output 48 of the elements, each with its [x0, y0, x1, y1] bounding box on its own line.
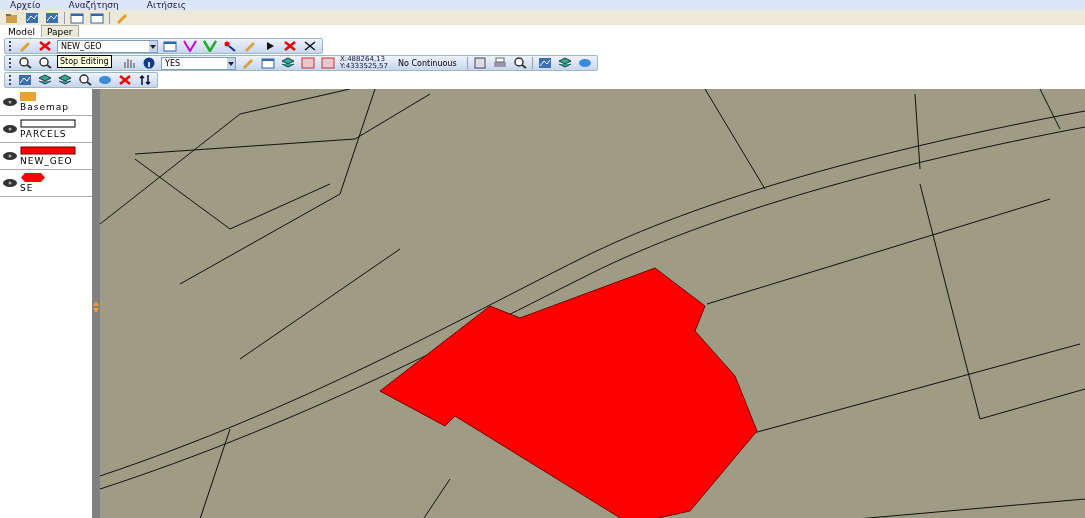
mode-label: No Continuous — [397, 58, 458, 68]
print-icon[interactable] — [491, 56, 508, 70]
blob-symbol — [20, 173, 46, 182]
layer-name[interactable]: NEW_GEO — [20, 156, 73, 166]
layer-dropdown[interactable]: NEW_GEO — [57, 39, 158, 53]
menu-item[interactable]: Αρχείο — [10, 0, 41, 10]
point-icon[interactable] — [222, 39, 238, 53]
menu-item[interactable]: Αιτήσεις — [146, 0, 186, 10]
sort-icon[interactable] — [137, 73, 153, 87]
layer-name[interactable]: Basemap — [20, 102, 69, 112]
layers-icon[interactable] — [37, 73, 53, 87]
tab[interactable]: Paper — [41, 25, 79, 37]
table-icon[interactable] — [162, 39, 178, 53]
outline-symbol — [20, 119, 76, 128]
dropdown-arrow-icon[interactable] — [150, 44, 156, 49]
vertex-icon[interactable] — [182, 39, 198, 53]
window-icon[interactable] — [260, 56, 276, 70]
parcel-boundary-line — [1039, 89, 1061, 130]
eye-icon[interactable] — [3, 179, 17, 187]
layers-icon[interactable] — [280, 56, 296, 70]
layer-name[interactable]: SE — [20, 183, 34, 193]
stop-editing-icon[interactable] — [37, 39, 53, 53]
import-icon[interactable] — [556, 56, 573, 70]
eye-icon[interactable] — [3, 152, 17, 160]
info-icon[interactable] — [141, 56, 157, 70]
add-layer-icon[interactable] — [17, 73, 33, 87]
frame-icon[interactable] — [89, 11, 105, 24]
eye-icon[interactable] — [3, 98, 17, 106]
query-icon[interactable] — [77, 73, 93, 87]
open-icon[interactable] — [4, 11, 20, 24]
close-icon[interactable] — [302, 39, 318, 53]
layer-name[interactable]: PARCELS — [20, 129, 67, 139]
map-icon[interactable] — [24, 11, 40, 24]
image-icon[interactable] — [44, 11, 60, 24]
eye-icon[interactable] — [3, 125, 17, 133]
dropdown-arrow-icon[interactable] — [228, 61, 234, 66]
preview-icon[interactable] — [511, 56, 528, 70]
basemap-icon — [20, 92, 36, 101]
layers-icon[interactable] — [57, 73, 73, 87]
zoom-in-icon[interactable] — [17, 56, 33, 70]
export-icon[interactable] — [536, 56, 553, 70]
menu-item[interactable]: Αναζήτηση — [68, 0, 119, 10]
layer-dropdown[interactable]: YES — [161, 56, 236, 70]
zoom-out-icon[interactable] — [37, 56, 53, 70]
clear-icon[interactable] — [117, 73, 133, 87]
delete-icon[interactable] — [282, 39, 298, 53]
tooltip: Stop Editing — [57, 55, 112, 68]
fill-symbol — [20, 146, 76, 155]
